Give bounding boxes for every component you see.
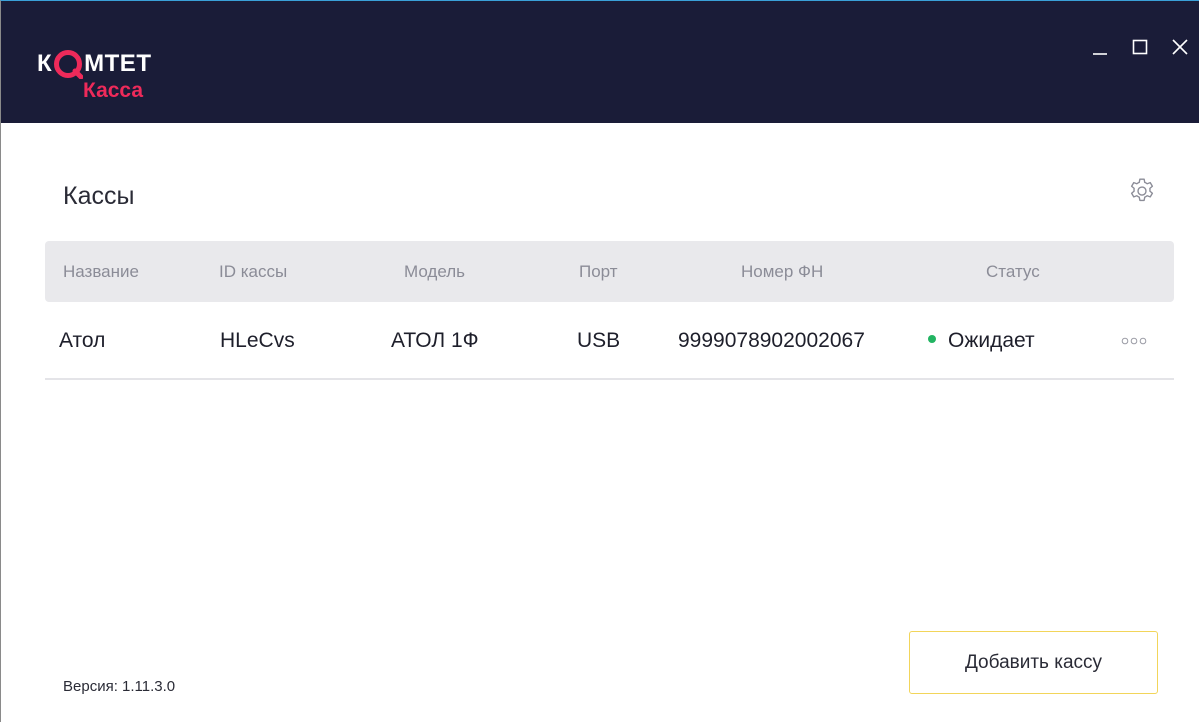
add-register-button[interactable]: Добавить кассу	[909, 631, 1158, 694]
cell-status: Ожидает	[928, 302, 1035, 378]
logo-letters-rest: МТЕТ	[84, 50, 152, 77]
version-value: 1.11.3.0	[122, 678, 176, 695]
column-header-port: Порт	[579, 262, 618, 281]
gear-icon	[1127, 176, 1157, 211]
status-dot-icon	[928, 335, 936, 344]
column-header-name: Название	[63, 262, 139, 281]
logo-wordmark: К МТЕТ	[37, 49, 152, 80]
table-row[interactable]: Атол HLeCvs АТОЛ 1Ф USB 9999078902002067…	[45, 302, 1174, 380]
app-window: К МТЕТ Касса Кассы Название ID кассы Мод…	[0, 0, 1199, 722]
cell-port: USB	[577, 329, 621, 352]
column-header-id: ID кассы	[219, 262, 288, 281]
close-icon	[1171, 38, 1189, 56]
version-label: Версия:	[63, 678, 118, 695]
more-options-icon	[1121, 337, 1147, 345]
column-header-fn: Номер ФН	[741, 262, 824, 281]
minimize-button[interactable]	[1080, 31, 1120, 63]
close-button[interactable]	[1160, 31, 1199, 63]
title-bar[interactable]: К МТЕТ Касса	[1, 1, 1199, 123]
cell-name: Атол	[59, 329, 106, 352]
cell-id: HLeCvs	[220, 329, 295, 352]
column-header-model: Модель	[404, 262, 466, 281]
logo-letter-k: К	[37, 50, 53, 77]
status-text: Ожидает	[948, 329, 1035, 352]
window-controls	[1080, 31, 1199, 63]
logo-subtitle: Касса	[83, 79, 144, 102]
cell-model: АТОЛ 1Ф	[391, 329, 479, 352]
version-info: Версия: 1.11.3.0	[63, 677, 175, 697]
settings-button[interactable]	[1125, 176, 1159, 210]
maximize-button[interactable]	[1120, 31, 1160, 63]
app-logo: К МТЕТ Касса	[37, 49, 207, 109]
cell-fn-number: 9999078902002067	[678, 329, 865, 352]
table-header: Название ID кассы Модель Порт Номер ФН С…	[45, 241, 1174, 302]
logo-ring-icon	[53, 49, 84, 80]
row-menu-button[interactable]	[1118, 332, 1150, 350]
page-title: Кассы	[63, 182, 135, 210]
maximize-icon	[1131, 38, 1149, 56]
minimize-icon	[1091, 38, 1109, 56]
column-header-status: Статус	[986, 262, 1040, 281]
